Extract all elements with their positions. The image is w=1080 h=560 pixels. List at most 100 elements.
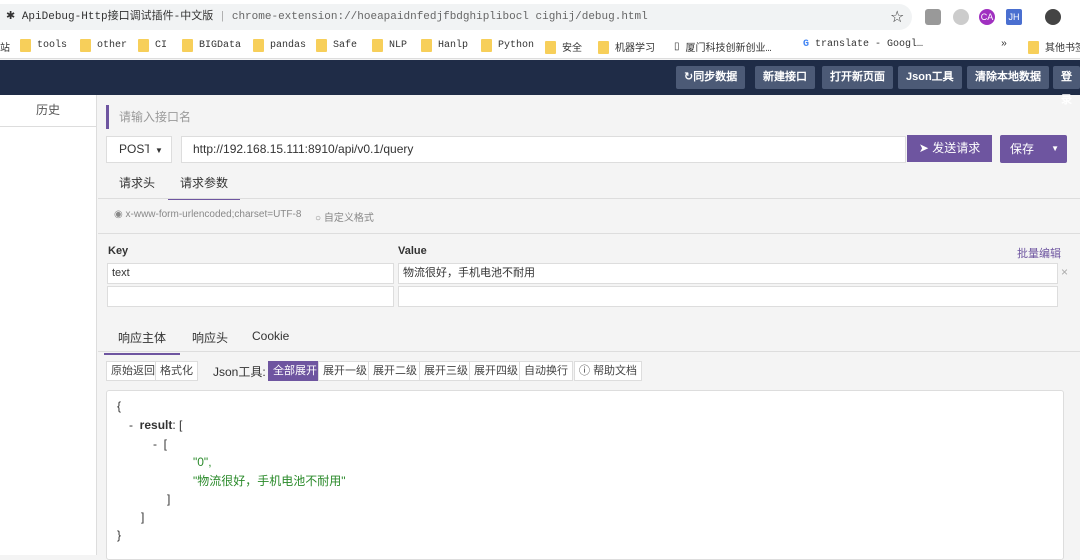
bookmark[interactable]: Gtranslate - Googl… — [803, 39, 923, 50]
bookmark[interactable]: BIGData — [182, 39, 241, 52]
json-viewer: { - result: [ - [ "0", "物流很好，手机电池不耐用" ] … — [106, 390, 1064, 560]
bookmark[interactable]: 安全 — [545, 39, 582, 55]
divider — [98, 351, 1080, 352]
bookmark-label: Python — [498, 40, 535, 51]
json-tool-button[interactable]: Json工具 — [898, 66, 962, 89]
tab-title: ApiDebug-Http接口调试插件-中文版 — [21, 11, 214, 23]
jh-extension-icon[interactable]: JH — [1006, 9, 1022, 25]
star-icon[interactable]: ☆ — [890, 7, 904, 27]
bookmark[interactable]: NLP — [372, 39, 407, 52]
api-name-input[interactable]: 请输入接口名 — [106, 105, 1076, 129]
method-select[interactable]: POST ▼ — [106, 136, 172, 163]
bookmark-label: other — [97, 40, 128, 51]
page-icon: ▯ — [674, 42, 680, 53]
bookmark-label: 机器学习 — [615, 44, 655, 55]
bookmark[interactable]: Python — [481, 39, 534, 52]
json-string: "物流很好，手机电池不耐用" — [193, 474, 346, 488]
bookmark[interactable]: CI — [138, 39, 167, 52]
collapse-toggle[interactable]: - — [129, 418, 133, 432]
other-bookmarks[interactable]: 其他书签 — [1028, 39, 1080, 55]
new-api-button[interactable]: 新建接口 — [755, 66, 815, 89]
bookmark[interactable]: ▯ 厦门科技创新创业… — [674, 39, 772, 55]
format-radio-urlencoded[interactable]: ◉ x-www-form-urlencoded;charset=UTF-8 — [114, 209, 301, 220]
json-punct: ] — [167, 492, 171, 506]
bookmark[interactable]: 机器学习 — [598, 39, 655, 55]
json-string: "0", — [193, 455, 212, 469]
shield-icon[interactable] — [925, 9, 941, 25]
refresh-icon: ↻ — [684, 71, 694, 83]
profile-icon[interactable] — [1045, 9, 1061, 25]
address-bar[interactable]: ✱ ApiDebug-Http接口调试插件-中文版 | chrome-extensi… — [0, 4, 912, 30]
expand-level3-button[interactable]: 展开三级 — [419, 361, 473, 381]
folder-icon — [316, 39, 327, 52]
app-header: ↻同步数据 新建接口 打开新页面 Json工具 清除本地数据 登录 — [0, 60, 1080, 106]
bookmark-label: Hanlp — [438, 40, 469, 51]
folder-icon — [1028, 40, 1039, 54]
extension-icon[interactable] — [953, 9, 969, 25]
collapse-toggle[interactable]: - — [153, 437, 157, 451]
remove-param-icon[interactable]: × — [1061, 265, 1068, 279]
browser-toolbar: ✱ ApiDebug-Http接口调试插件-中文版 | chrome-extensi… — [0, 0, 1080, 33]
sync-button[interactable]: ↻同步数据 — [676, 66, 746, 89]
save-button[interactable]: 保存 ▼ — [1000, 135, 1067, 163]
bookmark-partial[interactable]: 站 — [0, 39, 10, 55]
bookmark[interactable]: other — [80, 39, 127, 52]
folder-icon — [182, 39, 193, 52]
ca-extension-icon[interactable]: CA — [979, 9, 995, 25]
caret-down-icon: ▼ — [155, 146, 163, 155]
bookmark-label: NLP — [389, 40, 408, 51]
bookmark-label: pandas — [270, 40, 307, 51]
tab-cookie[interactable]: Cookie — [252, 329, 289, 343]
format-radio-custom[interactable]: ○ 自定义格式 — [315, 209, 374, 224]
expand-level2-button[interactable]: 展开二级 — [368, 361, 422, 381]
label: 自定义格式 — [323, 213, 374, 224]
url-input[interactable]: http://192.168.15.111:8910/api/v0.1/quer… — [181, 136, 906, 163]
expand-level1-button[interactable]: 展开一级 — [318, 361, 372, 381]
json-result-line: - result: [ — [129, 416, 182, 434]
send-icon: ➤ — [918, 141, 933, 155]
help-docs-button[interactable]: ⓘ 帮助文档 — [574, 361, 643, 381]
json-punct: [ — [163, 437, 168, 451]
word-wrap-button[interactable]: 自动换行 — [519, 361, 573, 381]
bookmark[interactable]: Hanlp — [421, 39, 468, 52]
param-value-input[interactable]: 物流很好，手机电池不耐用 — [398, 263, 1058, 284]
folder-icon — [80, 39, 91, 52]
main-panel: 请输入接口名 POST ▼ http://192.168.15.111:8910/… — [98, 95, 1080, 560]
raw-response-button[interactable]: 原始返回 — [106, 361, 160, 381]
folder-icon — [481, 39, 492, 52]
bookmark-label: Safe — [333, 40, 358, 51]
expand-level4-button[interactable]: 展开四级 — [469, 361, 523, 381]
bookmark-label: translate - Googl… — [815, 39, 924, 50]
tab-request-headers[interactable]: 请求头 — [119, 174, 155, 199]
divider — [98, 198, 1080, 199]
more-bookmarks-button[interactable]: » — [1001, 39, 1007, 50]
label: 发送请求 — [932, 141, 981, 155]
json-array-line: - [ — [153, 435, 167, 453]
bookmark-label: CI — [155, 40, 168, 51]
bulk-edit-link[interactable]: 批量编辑 — [1017, 245, 1061, 261]
label: x-www-form-urlencoded;charset=UTF-8 — [125, 209, 302, 220]
clear-data-button[interactable]: 清除本地数据 — [967, 66, 1049, 89]
send-request-button[interactable]: ➤ 发送请求 — [907, 135, 992, 162]
param-key-input-empty[interactable] — [107, 286, 394, 307]
login-button[interactable]: 登录 — [1053, 66, 1080, 106]
method-value: POST — [119, 142, 149, 156]
open-page-button[interactable]: 打开新页面 — [822, 66, 893, 89]
bookmark[interactable]: tools — [20, 39, 67, 52]
label: 保存 — [1010, 142, 1035, 156]
folder-icon — [253, 39, 264, 52]
history-tab[interactable]: 历史 — [0, 95, 96, 127]
format-button[interactable]: 格式化 — [155, 361, 198, 381]
expand-all-button[interactable]: 全部展开 — [268, 361, 322, 381]
param-key-input[interactable]: text — [107, 263, 394, 284]
tab-response-headers[interactable]: 响应头 — [192, 329, 228, 346]
bookmark[interactable]: pandas — [253, 39, 306, 52]
help-icon: ⓘ — [579, 365, 594, 377]
divider — [98, 233, 1080, 234]
sidebar: 历史 — [0, 95, 97, 555]
radio-icon: ○ — [315, 213, 324, 224]
url-text: chrome-extension://hoeapaidnfedjfbdghipl… — [231, 11, 648, 23]
bookmark[interactable]: Safe — [316, 39, 357, 52]
param-value-input-empty[interactable] — [398, 286, 1058, 307]
tab-request-params[interactable]: 请求参数 — [168, 174, 241, 200]
